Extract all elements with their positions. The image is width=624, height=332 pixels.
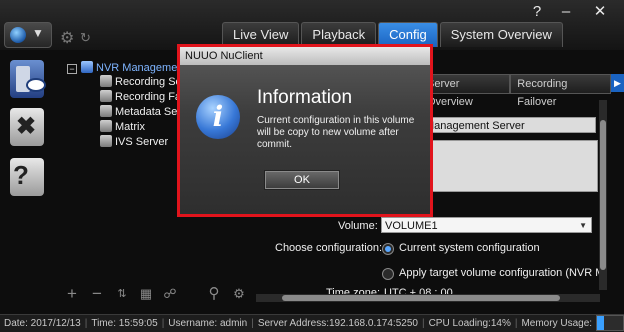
server-name-field[interactable]: Management Server bbox=[420, 117, 596, 133]
volume-label: Volume: bbox=[338, 220, 378, 232]
matrix-icon bbox=[100, 120, 112, 132]
horizontal-scrollbar[interactable] bbox=[256, 294, 600, 302]
status-date: Date: 2017/12/13 bbox=[4, 318, 81, 329]
target-config-radio[interactable] bbox=[382, 268, 394, 280]
server-icon bbox=[100, 90, 112, 102]
status-memory: Memory Usage: bbox=[521, 318, 593, 329]
globe-icon bbox=[10, 27, 26, 43]
tree-item-ivs-server[interactable]: IVS Server bbox=[100, 135, 168, 149]
top-bar: ? – ✕ ▼ ⚙ ↻ Live View Playback Config Sy… bbox=[0, 0, 624, 50]
settings-gear-icon[interactable]: ⚙ bbox=[60, 28, 80, 48]
choose-configuration-label: Choose configuration: bbox=[275, 242, 383, 254]
tools-icon[interactable]: ✖ bbox=[10, 108, 44, 146]
dropdown-arrow-icon: ▼ bbox=[579, 221, 587, 230]
minimize-button[interactable]: – bbox=[556, 2, 576, 22]
status-time: Time: 15:59:05 bbox=[91, 318, 158, 329]
help-wallet-icon[interactable]: ? bbox=[10, 158, 44, 196]
memory-usage-bar bbox=[596, 315, 624, 331]
tree-item-metadata-server[interactable]: Metadata Ser bbox=[100, 105, 181, 119]
horizontal-scroll-thumb[interactable] bbox=[282, 295, 560, 301]
description-field[interactable] bbox=[420, 140, 598, 192]
volume-select[interactable]: VOLUME1 ▼ bbox=[381, 217, 592, 233]
current-config-label: Current system configuration bbox=[399, 242, 540, 254]
tree-item-label: IVS Server bbox=[115, 136, 169, 148]
tree-item-label: Metadata Ser bbox=[115, 106, 182, 118]
remove-icon[interactable]: − bbox=[88, 284, 106, 304]
status-server-address: Server Address:192.168.0.174:5250 bbox=[257, 318, 418, 329]
main-tabs: Live View Playback Config System Overvie… bbox=[222, 22, 563, 47]
highlight-frame bbox=[177, 44, 433, 217]
search-icon[interactable]: ⚲ bbox=[205, 284, 223, 304]
tree-root[interactable]: NVR Management bbox=[81, 61, 187, 75]
tab-system-overview[interactable]: System Overview bbox=[439, 22, 563, 47]
config-subtabs: Server Overview Recording Failover ▶ bbox=[420, 74, 624, 108]
server-menu-button[interactable]: ▼ bbox=[4, 22, 52, 48]
chevron-down-icon: ▼ bbox=[32, 26, 44, 40]
group-icon[interactable]: ▦ bbox=[137, 284, 155, 304]
refresh-icon[interactable]: ↻ bbox=[80, 30, 91, 46]
status-bar: Date: 2017/12/13 | Time: 15:59:05 | Username… bbox=[0, 314, 624, 332]
server-view-icon[interactable] bbox=[10, 60, 46, 98]
tree-item-recording-server[interactable]: Recording Se bbox=[100, 75, 182, 89]
settings-icon[interactable]: ⚙ bbox=[230, 284, 248, 304]
sort-icon[interactable]: ⇅ bbox=[113, 284, 131, 304]
tree-item-recording-failover[interactable]: Recording Fa bbox=[100, 90, 181, 104]
status-username: Username: admin bbox=[168, 318, 248, 329]
help-button[interactable]: ? bbox=[527, 2, 547, 22]
server-icon bbox=[100, 135, 112, 147]
scroll-right-arrow-icon[interactable]: ▶ bbox=[610, 74, 624, 92]
target-config-label: Apply target volume configuration (NVR M… bbox=[399, 267, 599, 279]
tab-server-overview[interactable]: Server Overview bbox=[420, 74, 511, 108]
volume-select-value: VOLUME1 bbox=[385, 220, 438, 232]
tree-root-label: NVR Management bbox=[96, 62, 187, 74]
tree-item-label: Matrix bbox=[115, 121, 145, 133]
vertical-scrollbar[interactable] bbox=[599, 100, 607, 290]
tab-recording-failover[interactable]: Recording Failover bbox=[510, 74, 611, 108]
collapse-toggle[interactable]: − bbox=[67, 64, 77, 74]
server-icon bbox=[100, 105, 112, 117]
add-icon[interactable]: + bbox=[63, 284, 81, 304]
vertical-scroll-thumb[interactable] bbox=[600, 120, 606, 270]
memory-usage-fill bbox=[597, 316, 604, 330]
current-config-radio[interactable] bbox=[382, 243, 394, 255]
status-cpu: CPU Loading:14% bbox=[428, 318, 511, 329]
tree-item-label: Recording Fa bbox=[115, 91, 182, 103]
tree-item-matrix[interactable]: Matrix bbox=[100, 120, 145, 134]
server-icon bbox=[100, 75, 112, 87]
left-rail: ✖ ? bbox=[0, 50, 52, 314]
close-button[interactable]: ✕ bbox=[590, 2, 610, 22]
tree-edit-icon[interactable]: ☍ bbox=[161, 284, 179, 304]
tree-item-label: Recording Se bbox=[115, 76, 182, 88]
server-icon bbox=[81, 61, 93, 73]
